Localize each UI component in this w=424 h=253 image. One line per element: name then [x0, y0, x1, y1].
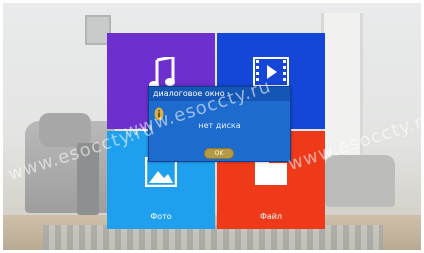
folder-icon [255, 159, 287, 189]
tile-file-label: Файл [259, 212, 283, 221]
no-disk-dialog: диалоговое окно нет диска OK [148, 86, 291, 162]
background-pillow [39, 113, 91, 147]
tile-photo-label: Фото [150, 212, 172, 221]
background-armchair [325, 155, 395, 207]
dialog-message: нет диска [198, 121, 241, 130]
dialog-title: диалоговое окно [149, 87, 290, 101]
background-blanket [77, 143, 99, 215]
background-window [321, 13, 363, 163]
image-icon [144, 156, 178, 191]
dialog-ok-button[interactable]: OK [204, 148, 234, 159]
monitor-screen: Фото Файл диалоговое окно нет диска OK w… [3, 3, 421, 250]
